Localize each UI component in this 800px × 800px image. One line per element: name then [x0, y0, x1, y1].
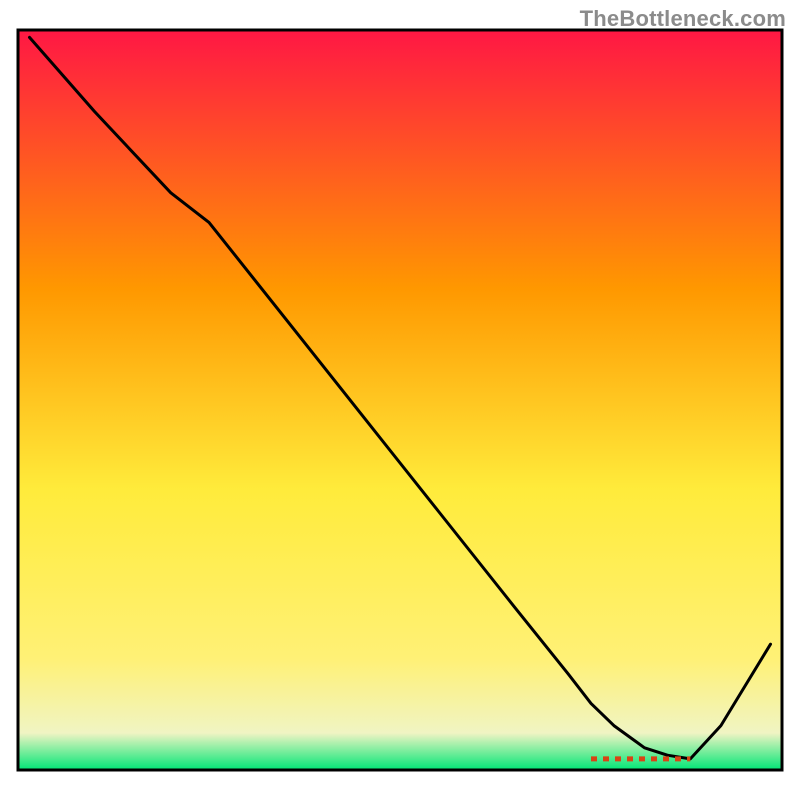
plot-background: [18, 30, 782, 770]
chart-canvas: [0, 0, 800, 800]
watermark-text: TheBottleneck.com: [580, 6, 786, 32]
chart-root: TheBottleneck.com: [0, 0, 800, 800]
